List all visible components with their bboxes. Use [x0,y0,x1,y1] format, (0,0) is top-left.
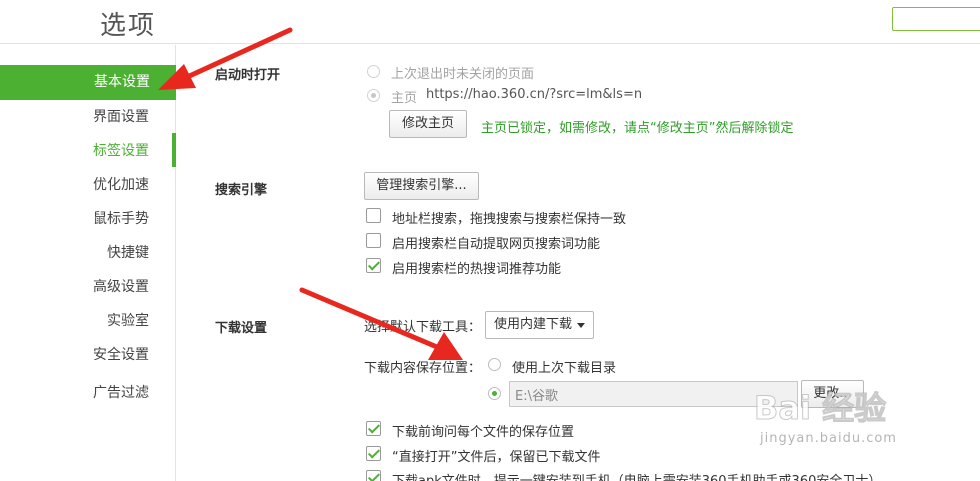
sidebar-item-lab[interactable]: 实验室 [107,304,149,338]
ask-location-label: 下载前询问每个文件的保存位置 [392,425,575,440]
search-sync-checkbox[interactable] [366,208,381,223]
keep-file-label: “直接打开”文件后，保留已下载文件 [392,450,601,465]
download-path-field[interactable] [509,381,798,407]
sidebar-item-gestures[interactable]: 鼠标手势 [93,202,149,236]
chevron-down-icon [577,323,585,328]
startup-last-session-radio[interactable] [367,65,380,78]
startup-home-radio[interactable] [367,89,380,102]
search-extract-label: 启用搜索栏自动提取网页搜索词功能 [392,237,601,252]
search-extract-checkbox[interactable] [366,233,381,248]
page-title: 选项 [100,11,157,41]
download-location-label: 下载内容保存位置： [364,361,482,376]
header: 选项 [0,0,980,44]
sidebar-item-shortcuts[interactable]: 快捷键 [107,236,149,270]
download-tool-label: 选择默认下载工具： [364,320,482,335]
search-hot-words-label: 启用搜索栏的热搜词推荐功能 [392,262,562,277]
sidebar-item-adblock[interactable]: 广告过滤 [93,376,149,410]
use-last-dir-radio[interactable] [488,358,501,371]
search-box[interactable] [892,7,980,31]
sidebar-hover-marker [172,133,176,167]
apk-hint-checkbox[interactable] [366,470,381,481]
startup-label: 启动时打开 [215,68,281,83]
change-dir-button[interactable]: 更改... [801,380,864,408]
startup-home-label: 主页 [391,91,418,106]
home-lock-notice: 主页已锁定，如需修改，请点“修改主页”然后解除锁定 [481,121,794,136]
home-url: https://hao.360.cn/?src=lm&ls=n [426,87,643,102]
sidebar-item-security[interactable]: 安全设置 [93,338,149,372]
search-engine-label: 搜索引擎 [215,183,268,198]
sidebar: 基本设置 界面设置 标签设置 优化加速 鼠标手势 快捷键 高级设置 实验室 安全… [0,45,176,481]
startup-last-session-label: 上次退出时未关闭的页面 [391,67,535,82]
use-last-dir-label: 使用上次下载目录 [512,361,617,376]
keep-file-checkbox[interactable] [366,446,381,461]
custom-dir-radio[interactable] [488,387,501,400]
sidebar-item-optimize[interactable]: 优化加速 [93,168,149,202]
watermark-url: jingyan.baidu.com [760,431,897,446]
manage-search-engines-button[interactable]: 管理搜索引擎... [364,172,479,200]
sidebar-item-advanced[interactable]: 高级设置 [93,270,149,304]
sidebar-item-interface[interactable]: 界面设置 [93,100,149,134]
sidebar-item-basic[interactable]: 基本设置 [94,65,150,100]
search-hot-words-checkbox[interactable] [366,258,381,273]
download-settings-label: 下载设置 [215,321,268,336]
search-sync-label: 地址栏搜索，拖拽搜索与搜索栏保持一致 [392,212,627,227]
download-tool-value: 使用内建下载 [494,317,573,332]
apk-hint-label: 下载apk文件时，提示一键安装到手机（电脑上需安装360手机助手或360安全卫士… [392,470,881,481]
modify-home-button[interactable]: 修改主页 [389,110,467,138]
ask-location-checkbox[interactable] [366,421,381,436]
download-tool-select[interactable]: 使用内建下载 [485,311,594,339]
sidebar-item-tabs[interactable]: 标签设置 [93,134,149,168]
